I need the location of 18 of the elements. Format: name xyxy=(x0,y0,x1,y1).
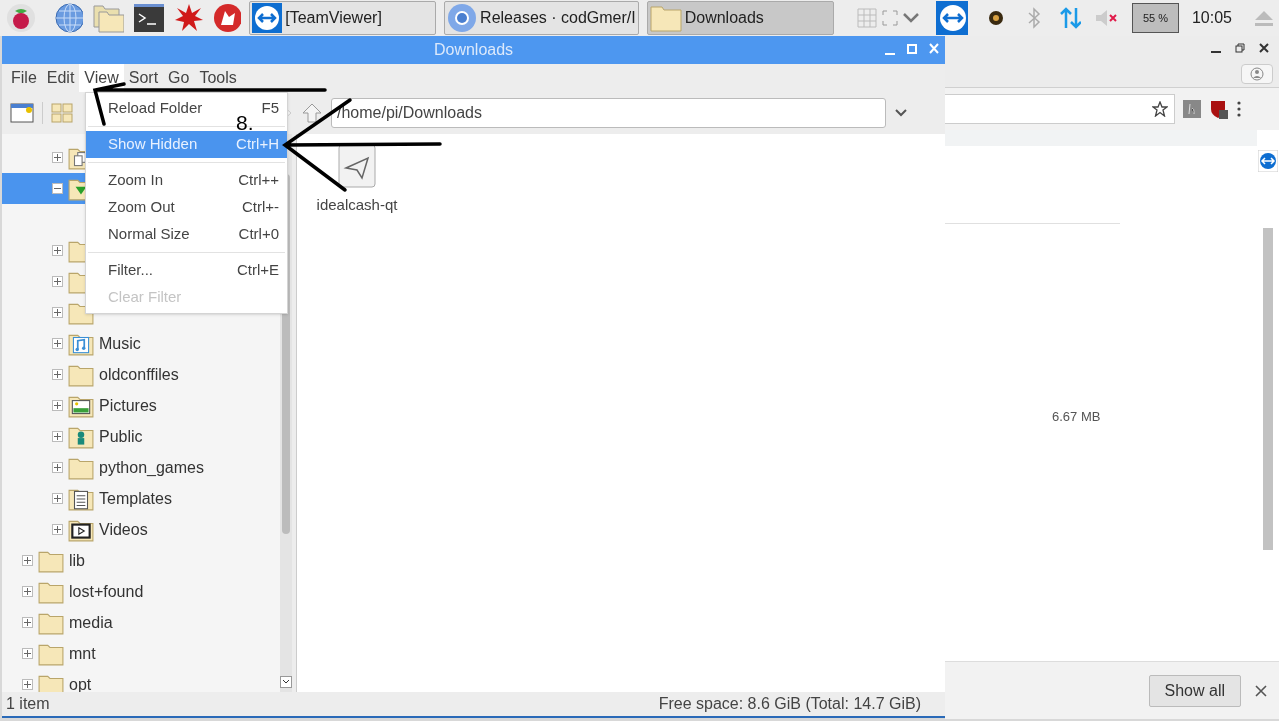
window-title: Downloads xyxy=(433,40,514,60)
tree-label: media xyxy=(69,612,113,633)
step-number: 8. xyxy=(236,112,254,133)
tree-label: Pictures xyxy=(99,395,157,416)
tree-label: lost+found xyxy=(69,581,144,602)
status-text: 1 item xyxy=(6,694,50,714)
cpu-meter: 55 % xyxy=(1132,3,1179,33)
tree-label: mnt xyxy=(69,643,96,664)
tree-label: opt xyxy=(69,674,92,692)
tree-label: Templates xyxy=(99,488,172,509)
tree-label: Videos xyxy=(99,519,148,540)
tree-label: lib xyxy=(69,550,85,571)
tree-label: Public xyxy=(99,426,143,447)
download-size: 6.67 MB xyxy=(1052,409,1101,424)
free-space-text: Free space: 8.6 GiB (Total: 14.7 GiB) xyxy=(658,694,921,714)
tree-label: python_games xyxy=(99,457,204,478)
tree-label: Music xyxy=(99,333,141,354)
tree-label: oldconffiles xyxy=(99,364,179,385)
